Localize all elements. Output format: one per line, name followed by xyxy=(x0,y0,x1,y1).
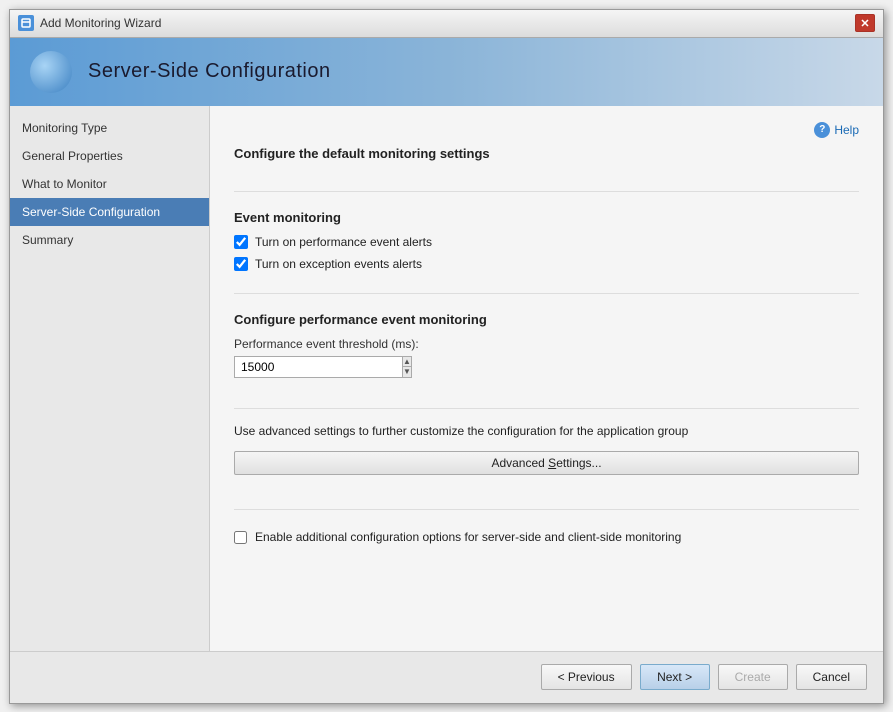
threshold-spinner-wrap: ▲ ▼ xyxy=(234,356,394,378)
advanced-settings-label: Advanced Settings... xyxy=(491,456,601,470)
next-button[interactable]: Next > xyxy=(640,664,710,690)
perf-alerts-label: Turn on performance event alerts xyxy=(255,235,432,249)
sidebar-item-general-properties[interactable]: General Properties xyxy=(10,142,209,170)
sidebar-item-what-to-monitor[interactable]: What to Monitor xyxy=(10,170,209,198)
help-label: Help xyxy=(834,123,859,137)
wizard-header: Server-Side Configuration xyxy=(10,38,883,106)
wizard-body: Monitoring Type General Properties What … xyxy=(10,106,883,651)
previous-button[interactable]: < Previous xyxy=(541,664,632,690)
divider-1 xyxy=(234,191,859,192)
divider-3 xyxy=(234,408,859,409)
threshold-label: Performance event threshold (ms): xyxy=(234,337,859,351)
cancel-button[interactable]: Cancel xyxy=(796,664,867,690)
sidebar: Monitoring Type General Properties What … xyxy=(10,106,210,651)
additional-options-label: Enable additional configuration options … xyxy=(255,530,681,544)
help-link[interactable]: ? Help xyxy=(814,122,859,138)
sidebar-item-server-side-config[interactable]: Server-Side Configuration xyxy=(10,198,209,226)
help-row: ? Help xyxy=(234,122,859,138)
perf-alerts-checkbox[interactable] xyxy=(234,235,248,249)
perf-config-heading: Configure performance event monitoring xyxy=(234,312,859,327)
main-content: ? Help Configure the default monitoring … xyxy=(210,106,883,651)
checkbox-row-2: Turn on exception events alerts xyxy=(234,257,859,271)
event-monitoring-heading: Event monitoring xyxy=(234,210,859,225)
divider-2 xyxy=(234,293,859,294)
sidebar-item-monitoring-type[interactable]: Monitoring Type xyxy=(10,114,209,142)
exception-alerts-label: Turn on exception events alerts xyxy=(255,257,422,271)
spinner-up-button[interactable]: ▲ xyxy=(403,357,411,368)
advanced-settings-button[interactable]: Advanced Settings... xyxy=(234,451,859,475)
exception-alerts-checkbox[interactable] xyxy=(234,257,248,271)
wizard-window: Add Monitoring Wizard ✕ Server-Side Conf… xyxy=(9,9,884,704)
advanced-note: Use advanced settings to further customi… xyxy=(234,423,859,440)
checkbox-row-1: Turn on performance event alerts xyxy=(234,235,859,249)
header-icon xyxy=(30,51,72,93)
help-icon: ? xyxy=(814,122,830,138)
spinner-down-button[interactable]: ▼ xyxy=(403,367,411,377)
title-bar: Add Monitoring Wizard ✕ xyxy=(10,10,883,38)
divider-4 xyxy=(234,509,859,510)
close-button[interactable]: ✕ xyxy=(855,14,875,32)
title-bar-icon xyxy=(18,15,34,31)
additional-options-checkbox[interactable] xyxy=(234,531,247,544)
create-button[interactable]: Create xyxy=(718,664,788,690)
sidebar-item-summary[interactable]: Summary xyxy=(10,226,209,254)
footer: < Previous Next > Create Cancel xyxy=(10,651,883,703)
page-title: Configure the default monitoring setting… xyxy=(234,146,859,165)
header-title: Server-Side Configuration xyxy=(88,60,331,83)
threshold-input[interactable] xyxy=(234,356,402,378)
spinner-buttons: ▲ ▼ xyxy=(402,356,412,378)
title-bar-title: Add Monitoring Wizard xyxy=(40,16,855,30)
additional-options-row: Enable additional configuration options … xyxy=(234,530,859,544)
